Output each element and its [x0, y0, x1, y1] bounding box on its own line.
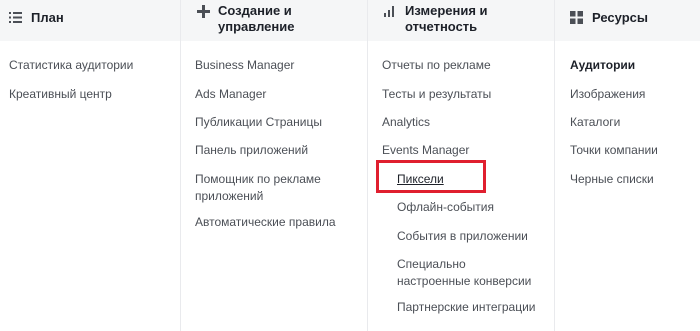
menu-item-block-lists[interactable]: Черные списки — [570, 171, 654, 188]
column-header-plan: План — [0, 0, 180, 41]
menu-item-app-ads-helper[interactable]: Помощник по рекламе приложений — [195, 171, 345, 205]
column-header-measure: Измерения и отчетность — [368, 0, 554, 41]
column-title-create: Создание и управление — [218, 3, 295, 34]
menu-item-audiences[interactable]: Аудитории — [570, 57, 635, 74]
column-header-resources: Ресурсы — [555, 0, 700, 41]
menu-item-images[interactable]: Изображения — [570, 86, 645, 103]
highlight-box — [376, 160, 486, 193]
grid-icon — [570, 11, 583, 24]
menu-item-catalogs[interactable]: Каталоги — [570, 114, 620, 131]
menu-item-analytics[interactable]: Analytics — [382, 114, 430, 131]
menu-item-page-posts[interactable]: Публикации Страницы — [195, 114, 322, 131]
column-header-create: Создание и управление — [181, 0, 367, 41]
menu-item-ads-reporting[interactable]: Отчеты по рекламе — [382, 57, 491, 74]
list-icon — [9, 12, 22, 23]
menu-item-ads-manager[interactable]: Ads Manager — [195, 86, 266, 103]
column-create: Создание и управление Business Manager A… — [181, 0, 368, 331]
menu-item-test-and-learn[interactable]: Тесты и результаты — [382, 86, 491, 103]
menu-item-custom-conversions[interactable]: Специально настроенные конверсии — [397, 256, 542, 290]
menu-item-business-locations[interactable]: Точки компании — [570, 142, 658, 159]
menu-item-partner-integrations[interactable]: Партнерские интеграции — [397, 299, 536, 316]
column-title-measure: Измерения и отчетность — [405, 3, 488, 34]
menu-item-business-manager[interactable]: Business Manager — [195, 57, 294, 74]
menu-item-app-events[interactable]: События в приложении — [397, 228, 528, 245]
column-resources: Ресурсы Аудитории Изображения Каталоги Т… — [555, 0, 700, 331]
menu-item-app-dashboard[interactable]: Панель приложений — [195, 142, 308, 159]
menu-item-creative-hub[interactable]: Креативный центр — [9, 86, 112, 103]
menu-item-events-manager[interactable]: Events Manager — [382, 142, 469, 159]
plus-icon — [197, 5, 210, 18]
menu-item-offline-events[interactable]: Офлайн-события — [397, 199, 494, 216]
column-title-plan: План — [31, 10, 64, 25]
navigation-menu: План Статистика аудитории Креативный цен… — [0, 0, 700, 331]
menu-item-automated-rules[interactable]: Автоматические правила — [195, 214, 336, 231]
column-title-resources: Ресурсы — [592, 10, 648, 25]
menu-item-audience-insights[interactable]: Статистика аудитории — [9, 57, 133, 74]
column-plan: План Статистика аудитории Креативный цен… — [0, 0, 181, 331]
bar-chart-icon — [384, 6, 394, 17]
